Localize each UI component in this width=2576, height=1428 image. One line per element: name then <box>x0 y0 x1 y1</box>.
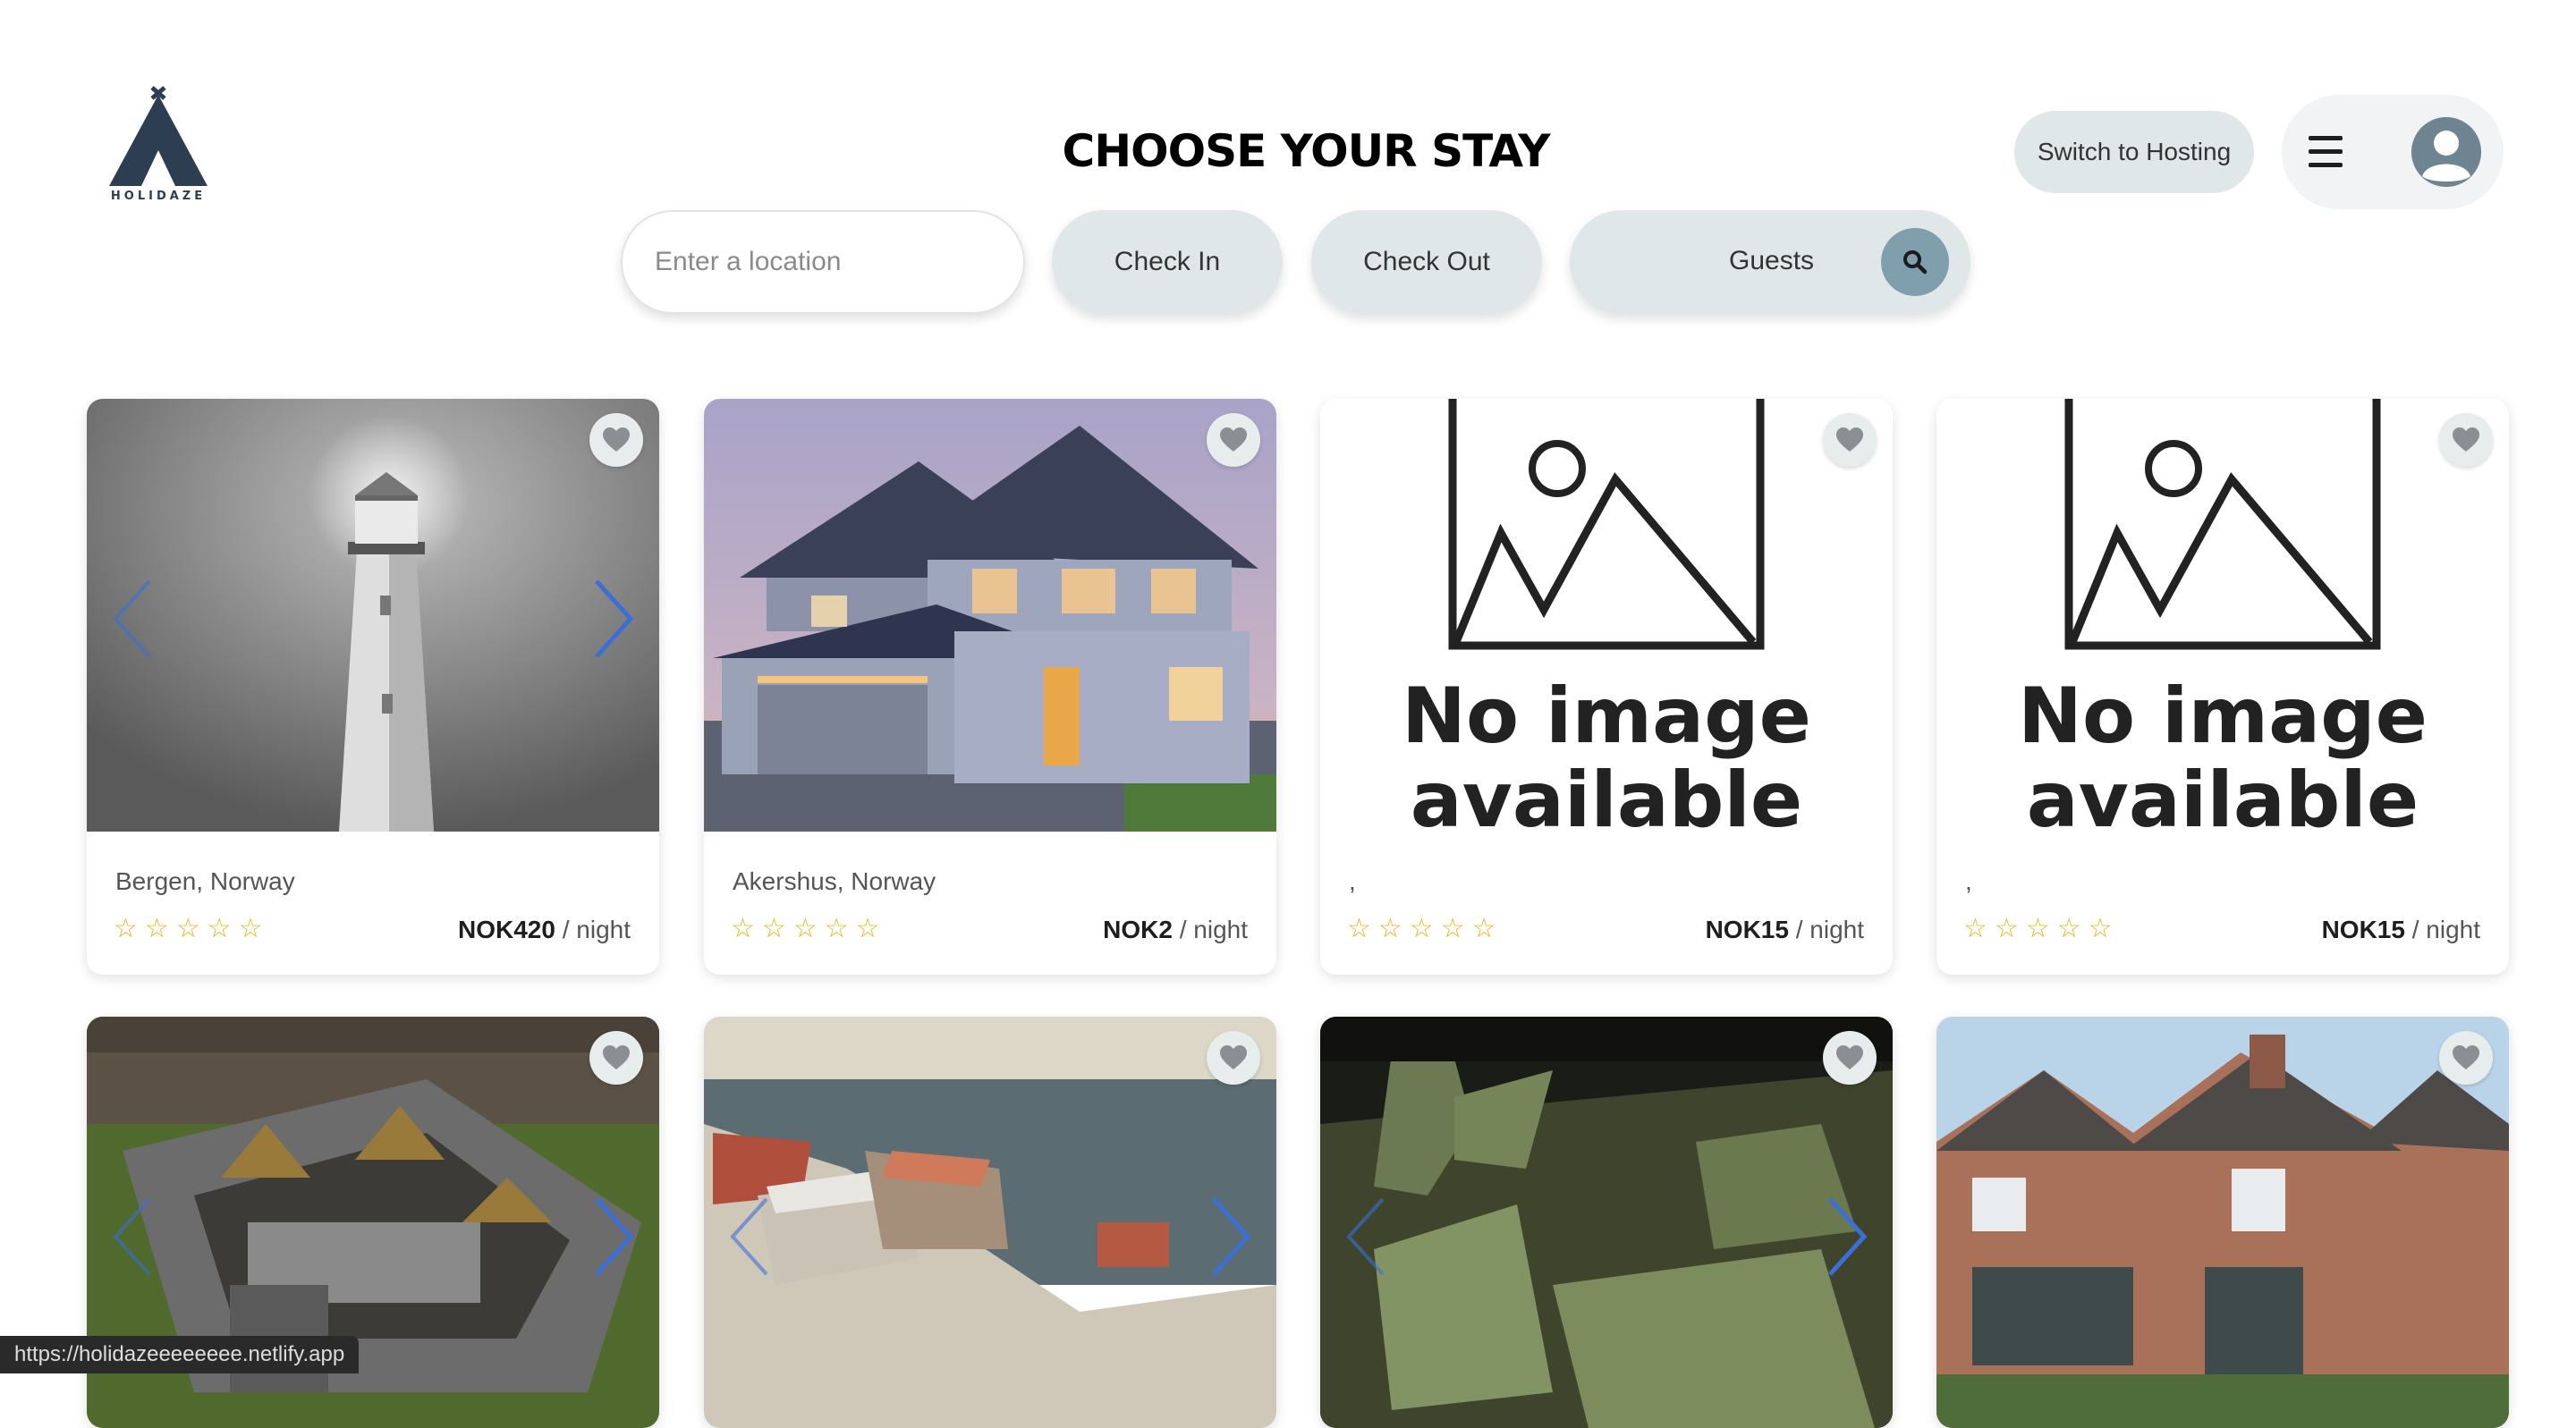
user-menu-button[interactable] <box>2282 95 2504 209</box>
check-in-button[interactable]: Check In <box>1052 210 1283 314</box>
star-icon: ☆ <box>824 913 849 944</box>
switch-to-hosting-button[interactable]: Switch to Hosting <box>2014 111 2254 193</box>
next-image-arrow[interactable] <box>591 1196 636 1278</box>
holidaze-logo[interactable]: HOLIDAZE <box>107 86 209 203</box>
listing-location: , <box>1965 867 1972 895</box>
star-icon: ☆ <box>1963 913 1987 944</box>
star-icon: ☆ <box>1471 913 1496 944</box>
listing-price: NOK15 / night <box>2322 916 2480 944</box>
link-status-bar: https://holidazeeeeeeee.netlify.app <box>0 1336 360 1373</box>
guests-label: Guests <box>1729 246 1815 275</box>
logo-text: HOLIDAZE <box>110 190 207 203</box>
rating-stars: ☆ ☆ ☆ ☆ ☆ <box>1347 916 1496 942</box>
favorite-heart-icon[interactable] <box>2439 1031 2493 1085</box>
listing-card[interactable] <box>1320 1017 1893 1428</box>
listing-price: NOK2 / night <box>1103 916 1248 944</box>
listing-image[interactable] <box>1936 1017 2509 1428</box>
location-search-input[interactable] <box>621 210 1025 314</box>
previous-image-arrow[interactable] <box>110 578 155 660</box>
star-icon: ☆ <box>1409 913 1434 944</box>
hamburger-icon <box>2309 136 2343 168</box>
star-icon: ☆ <box>761 913 786 944</box>
listing-location: Bergen, Norway <box>115 867 295 895</box>
listing-card[interactable]: No image available , ☆ ☆ ☆ ☆ ☆ NOK15 / night <box>1320 399 1893 975</box>
price-unit: / night <box>2411 916 2480 943</box>
star-icon: ☆ <box>144 913 169 944</box>
star-icon: ☆ <box>731 913 755 944</box>
listing-image[interactable] <box>704 399 1276 832</box>
price-amount: NOK15 <box>1705 916 1789 943</box>
image-placeholder-icon <box>2064 399 2381 650</box>
star-icon: ☆ <box>207 913 232 944</box>
price-unit: / night <box>562 916 631 943</box>
star-icon: ☆ <box>175 913 200 944</box>
listing-price: NOK420 / night <box>458 916 631 944</box>
listing-image[interactable] <box>1320 1017 1893 1428</box>
no-image-placeholder: No image available <box>1320 399 1893 842</box>
image-placeholder-icon <box>1448 399 1765 650</box>
listing-card[interactable] <box>704 1017 1276 1428</box>
listing-card[interactable]: Bergen, Norway ☆ ☆ ☆ ☆ ☆ NOK420 / night <box>87 399 659 975</box>
page-title: CHOOSE YOUR STAY <box>1062 125 1551 177</box>
price-amount: NOK2 <box>1103 916 1173 943</box>
star-icon: ☆ <box>1440 913 1465 944</box>
star-icon: ☆ <box>2088 913 2113 944</box>
price-unit: / night <box>1795 916 1864 943</box>
star-icon: ☆ <box>238 913 263 944</box>
favorite-heart-icon[interactable] <box>589 413 643 467</box>
star-icon: ☆ <box>792 913 818 944</box>
no-image-text: No image available <box>2017 672 2428 845</box>
price-amount: NOK15 <box>2321 916 2405 943</box>
no-image-placeholder: No image available <box>1936 399 2509 842</box>
previous-image-arrow[interactable] <box>110 1196 155 1278</box>
rating-stars: ☆ ☆ ☆ ☆ ☆ <box>1963 916 2113 942</box>
star-icon: ☆ <box>114 913 138 944</box>
rating-stars: ☆ ☆ ☆ ☆ ☆ <box>731 916 880 942</box>
listing-card[interactable]: No image available , ☆ ☆ ☆ ☆ ☆ NOK15 / night <box>1936 399 2509 975</box>
search-button[interactable] <box>1881 228 1949 296</box>
favorite-heart-icon[interactable] <box>1207 1031 1260 1085</box>
next-image-arrow[interactable] <box>591 578 636 660</box>
next-image-arrow[interactable] <box>1825 1196 1869 1278</box>
listing-image[interactable] <box>704 1017 1276 1428</box>
star-icon: ☆ <box>855 913 880 944</box>
favorite-heart-icon[interactable] <box>1823 1031 1877 1085</box>
listing-card[interactable] <box>1936 1017 2509 1428</box>
previous-image-arrow[interactable] <box>727 1196 772 1278</box>
price-amount: NOK420 <box>458 916 555 943</box>
user-icon <box>2411 117 2481 187</box>
favorite-heart-icon[interactable] <box>589 1031 643 1085</box>
search-icon <box>1903 250 1928 275</box>
star-icon: ☆ <box>1347 913 1371 944</box>
no-image-text: No image available <box>1401 672 1811 845</box>
favorite-heart-icon[interactable] <box>1207 413 1260 467</box>
listing-price: NOK15 / night <box>1706 916 1864 944</box>
star-icon: ☆ <box>2056 913 2081 944</box>
listing-location: , <box>1349 867 1356 895</box>
rating-stars: ☆ ☆ ☆ ☆ ☆ <box>114 916 263 942</box>
next-image-arrow[interactable] <box>1208 1196 1253 1278</box>
guests-field[interactable]: Guests <box>1570 210 1970 314</box>
listing-location: Akershus, Norway <box>733 867 936 895</box>
listing-image[interactable] <box>87 399 659 832</box>
favorite-heart-icon[interactable] <box>1823 413 1877 467</box>
star-icon: ☆ <box>1994 913 2019 944</box>
price-unit: / night <box>1179 916 1248 943</box>
favorite-heart-icon[interactable] <box>2439 413 2493 467</box>
listing-card[interactable]: Akershus, Norway ☆ ☆ ☆ ☆ ☆ NOK2 / night <box>704 399 1276 975</box>
check-out-button[interactable]: Check Out <box>1311 210 1542 314</box>
previous-image-arrow[interactable] <box>1343 1196 1388 1278</box>
star-icon: ☆ <box>2025 913 2050 944</box>
star-icon: ☆ <box>1377 913 1402 944</box>
